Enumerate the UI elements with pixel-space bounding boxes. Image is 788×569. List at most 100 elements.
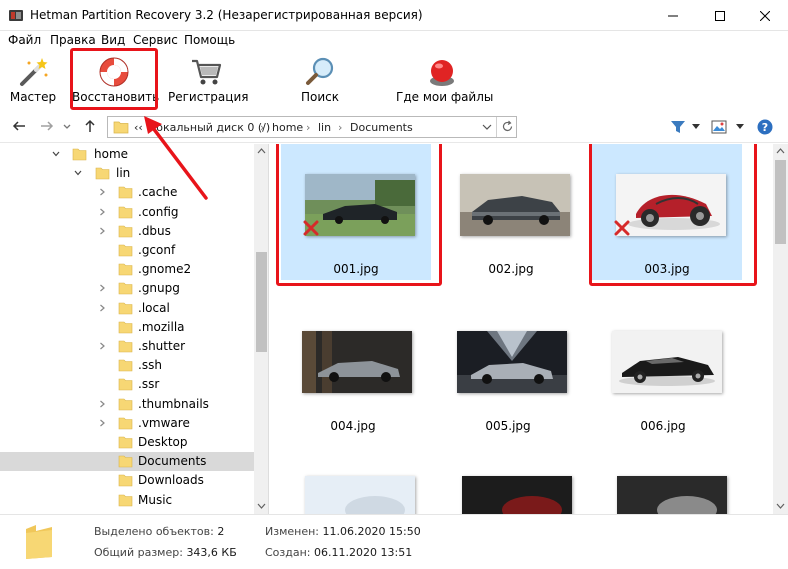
- shopping-cart-icon: [192, 59, 222, 85]
- tree-item-label: .gnupg: [138, 281, 180, 296]
- filter-dropdown-icon[interactable]: [692, 124, 700, 130]
- menu-bar: Файл Правка Вид Сервис Помощь: [0, 31, 788, 49]
- scroll-down-icon[interactable]: [776, 503, 785, 509]
- tree-item[interactable]: .gnome2: [0, 260, 254, 279]
- folder-icon: [118, 225, 133, 238]
- scroll-up-icon[interactable]: [257, 148, 266, 154]
- address-segment-documents[interactable]: Documents: [350, 121, 413, 134]
- folder-icon: [118, 340, 133, 353]
- close-icon: [760, 10, 770, 21]
- tree-item-label: .gconf: [138, 243, 176, 257]
- menu-view[interactable]: Вид: [101, 33, 125, 47]
- file-tile[interactable]: 002.jpg: [436, 144, 586, 280]
- menu-help[interactable]: Помощь: [184, 33, 235, 47]
- files-scrollbar-thumb[interactable]: [775, 160, 786, 244]
- file-name: 004.jpg: [330, 419, 376, 433]
- tree-item[interactable]: Documents: [0, 452, 254, 472]
- forward-arrow-icon[interactable]: [40, 119, 54, 133]
- tree-item[interactable]: Desktop: [0, 433, 254, 452]
- image-thumbnail[interactable]: [462, 476, 572, 514]
- folder-icon: [118, 283, 133, 295]
- tree-item[interactable]: .config: [0, 203, 254, 222]
- tree-item[interactable]: Music: [0, 491, 254, 510]
- maximize-button[interactable]: [697, 0, 743, 31]
- help-icon[interactable]: ?: [757, 119, 773, 135]
- menu-edit[interactable]: Правка: [50, 33, 96, 47]
- tree-item[interactable]: .ssr: [0, 375, 254, 394]
- tree-item[interactable]: .local: [0, 299, 254, 318]
- scroll-up-icon[interactable]: [776, 148, 785, 154]
- chevron-right-icon[interactable]: [98, 342, 106, 350]
- refresh-icon[interactable]: [501, 120, 514, 133]
- chevron-right-icon[interactable]: [98, 208, 106, 216]
- app-icon: [9, 10, 23, 21]
- files-scrollbar[interactable]: [773, 144, 788, 514]
- menu-tools[interactable]: Сервис: [133, 33, 178, 47]
- menu-file[interactable]: Файл: [8, 33, 41, 47]
- tree-item[interactable]: lin: [0, 164, 254, 183]
- folder-icon: [118, 436, 133, 449]
- tree-item[interactable]: .cache: [0, 183, 254, 202]
- history-dropdown-icon[interactable]: [62, 119, 72, 133]
- tree-item-label: .mozilla: [138, 319, 185, 334]
- tree-item[interactable]: .ssh: [0, 356, 254, 375]
- tree-item[interactable]: .gnupg: [0, 279, 254, 298]
- chevron-right-icon[interactable]: [98, 304, 106, 312]
- register-button[interactable]: Регистрация: [168, 49, 249, 109]
- tree-item[interactable]: .dbus: [0, 222, 254, 241]
- back-arrow-icon[interactable]: [12, 119, 26, 133]
- image-thumbnail[interactable]: [617, 476, 727, 514]
- chevron-down-icon[interactable]: [52, 150, 60, 158]
- tree-item-label: .shutter: [138, 339, 186, 353]
- close-button[interactable]: [742, 0, 788, 31]
- tree-item-label: .vmware: [138, 415, 190, 430]
- total-size-value: 343,6 КБ: [186, 546, 237, 559]
- tree-item-label: Music: [138, 492, 173, 507]
- where-my-files-button[interactable]: Где мои файлы: [396, 49, 493, 109]
- folder-icon: [118, 494, 133, 506]
- tree-item[interactable]: .shutter: [0, 337, 254, 356]
- register-label: Регистрация: [168, 90, 249, 104]
- address-dropdown-icon[interactable]: [482, 123, 492, 131]
- view-dropdown-icon[interactable]: [736, 124, 744, 130]
- folder-icon: [95, 167, 110, 180]
- tree-item[interactable]: .gconf: [0, 241, 254, 260]
- folder-icon: [118, 302, 133, 314]
- minimize-button[interactable]: [650, 0, 696, 31]
- tree-scrollbar[interactable]: [254, 144, 268, 514]
- red-help-button-icon: [430, 60, 454, 86]
- search-button[interactable]: Поиск: [290, 49, 350, 109]
- wizard-button[interactable]: Мастер: [4, 49, 62, 109]
- tree-item[interactable]: .vmware: [0, 414, 254, 433]
- tree-scrollbar-thumb[interactable]: [256, 252, 267, 352]
- chevron-down-icon[interactable]: [74, 169, 82, 177]
- chevron-right-icon[interactable]: [98, 284, 106, 292]
- address-divider: [496, 117, 497, 137]
- folder-icon: [72, 148, 87, 161]
- chevron-right-icon[interactable]: [98, 419, 106, 427]
- restore-highlight-frame: [70, 48, 158, 110]
- address-segment-lin[interactable]: lin: [318, 121, 331, 134]
- image-thumbnail[interactable]: [305, 476, 415, 514]
- tree-item-label: .thumbnails: [138, 396, 209, 411]
- file-tile[interactable]: 005.jpg: [433, 301, 583, 437]
- filter-icon[interactable]: [670, 120, 686, 134]
- chevron-right-icon[interactable]: [98, 188, 106, 196]
- tree-item[interactable]: home: [0, 145, 254, 164]
- address-separator: ›: [338, 121, 343, 134]
- scroll-down-icon[interactable]: [257, 503, 266, 509]
- chevron-right-icon[interactable]: [98, 400, 106, 408]
- tree-item-label: .config: [138, 204, 179, 219]
- file-tile[interactable]: 004.jpg: [278, 301, 428, 437]
- tree-item[interactable]: .mozilla: [0, 318, 254, 337]
- folder-icon: [118, 244, 133, 257]
- file-tile[interactable]: 006.jpg: [588, 301, 738, 437]
- up-arrow-icon[interactable]: [83, 119, 97, 133]
- folder-icon: [118, 417, 133, 430]
- tree-item[interactable]: .thumbnails: [0, 395, 254, 414]
- address-segment-home[interactable]: home: [272, 121, 303, 134]
- view-mode-icon[interactable]: [711, 120, 727, 134]
- tree-item[interactable]: Downloads: [0, 471, 254, 490]
- chevron-right-icon[interactable]: [98, 227, 106, 235]
- folder-icon: [118, 187, 133, 199]
